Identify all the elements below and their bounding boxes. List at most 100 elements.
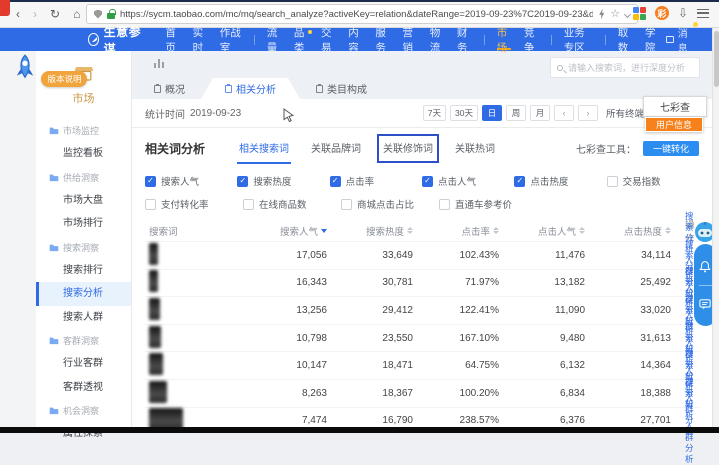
search-input[interactable] — [568, 63, 693, 73]
metric-checkbox-点击人气[interactable]: ✓点击人气 — [422, 174, 514, 188]
prev-date-button[interactable]: ‹ — [554, 105, 574, 121]
metric-checkbox-搜索热度[interactable]: ✓搜索热度 — [237, 174, 329, 188]
period-unit-周[interactable]: 周 — [506, 105, 526, 121]
row-actions[interactable]: 搜索分析人群分析 — [685, 377, 699, 465]
version-notes-overlay[interactable]: 版本说明 — [13, 54, 87, 87]
period-unit-月[interactable]: 月 — [530, 105, 550, 121]
sidebar-item-搜索人群[interactable]: 搜索人群 — [36, 306, 131, 330]
metric-checkbox-商城点击占比[interactable]: 商城点击占比 — [341, 197, 439, 211]
chat-icon[interactable] — [699, 299, 711, 310]
metric-checkbox-搜索人气[interactable]: ✓搜索人气 — [145, 174, 237, 188]
checkbox-icon[interactable] — [145, 199, 156, 210]
sidebar-group-供给洞察[interactable]: 供给洞察 — [36, 166, 131, 189]
sidebar-item-市场大盘[interactable]: 市场大盘 — [36, 189, 131, 213]
metric-checkbox-交易指数[interactable]: 交易指数 — [607, 174, 699, 188]
sidebar-item-客群透视[interactable]: 客群透视 — [36, 376, 131, 400]
nav-item-内容[interactable]: 内容 — [348, 28, 362, 51]
sidebar-item-市场排行[interactable]: 市场排行 — [36, 212, 131, 236]
nav-item-市场[interactable]: 市场 — [497, 28, 511, 51]
bell-icon[interactable] — [699, 260, 711, 273]
sidebar-group-客群洞察[interactable]: 客群洞察 — [36, 329, 131, 352]
period-quick-7天[interactable]: 7天 — [423, 105, 446, 121]
favorite-icon[interactable]: ☆ — [610, 9, 620, 20]
sidebar-group-搜索洞察[interactable]: 搜索洞察 — [36, 236, 131, 259]
sidebar-item-行业客群[interactable]: 行业客群 — [36, 352, 131, 376]
column-header-点击热度[interactable]: 点击热度 — [585, 224, 671, 238]
nav-item-学院[interactable]: 学院 — [645, 28, 659, 51]
column-header-搜索人气[interactable]: 搜索人气 — [241, 224, 327, 238]
menu-icon[interactable] — [697, 9, 709, 18]
checkbox-icon[interactable] — [607, 176, 618, 187]
period-unit-日[interactable]: 日 — [482, 105, 502, 121]
home-button[interactable]: ⌂ — [73, 7, 80, 21]
checkbox-icon[interactable]: ✓ — [145, 176, 156, 187]
user-info-button[interactable]: 用户信息 — [645, 117, 703, 132]
word-tab-相关搜索词[interactable]: 相关搜索词 — [239, 140, 289, 157]
tab-类目构成[interactable]: 类目构成 — [300, 78, 383, 99]
keyword-search-box[interactable] — [550, 57, 700, 78]
sidebar-item-搜索排行[interactable]: 搜索排行 — [36, 259, 131, 283]
sidebar-group-市场监控[interactable]: 市场监控 — [36, 119, 131, 142]
word-tab-关联修饰词[interactable]: 关联修饰词 — [383, 140, 433, 157]
nav-item-服务[interactable]: 服务 — [375, 28, 389, 51]
checkbox-icon[interactable]: ✓ — [330, 176, 341, 187]
folder-icon — [49, 336, 59, 345]
sidebar-item-搜索分析[interactable]: 搜索分析 — [36, 282, 131, 306]
action-link-搜索分析[interactable]: 搜索分析 — [685, 377, 699, 421]
column-header-搜索热度[interactable]: 搜索热度 — [327, 224, 413, 238]
page-scrollbar[interactable] — [712, 28, 719, 427]
lightning-icon[interactable] — [598, 9, 605, 20]
metric-checkbox-点击热度[interactable]: ✓点击热度 — [514, 174, 606, 188]
download-icon[interactable]: ⇩ — [678, 7, 688, 19]
version-tag[interactable]: 版本说明 — [41, 71, 87, 87]
one-click-convert-button[interactable]: 一键转化 — [643, 141, 699, 156]
sidebar-group-机会洞察[interactable]: 机会洞察 — [36, 399, 131, 422]
nav-item-物流[interactable]: 物流 — [430, 28, 444, 51]
tab-概况[interactable]: 概况 — [138, 78, 201, 99]
word-tab-关联品牌词[interactable]: 关联品牌词 — [311, 140, 361, 157]
scrollbar-thumb[interactable] — [714, 31, 719, 87]
nav-item-首页[interactable]: 首页 — [165, 28, 179, 51]
messages-button[interactable]: 消息 — [666, 25, 693, 55]
tab-相关分析[interactable]: 相关分析 — [201, 78, 300, 99]
nav-item-营销[interactable]: 营销 — [403, 28, 417, 51]
checkbox-icon[interactable]: ✓ — [514, 176, 525, 187]
sidebar-item-属性探索[interactable]: 属性探索 — [36, 422, 131, 446]
value-cell-0: 13,256 — [241, 305, 327, 316]
nav-item-取数[interactable]: 取数 — [618, 28, 632, 51]
column-header-点击人气[interactable]: 点击人气 — [499, 224, 585, 238]
chevron-down-icon[interactable] — [624, 11, 631, 18]
checkbox-icon[interactable] — [341, 199, 352, 210]
metric-checkbox-在线商品数[interactable]: 在线商品数 — [243, 197, 341, 211]
qicaicha-overlay[interactable]: 七彩查 — [643, 96, 707, 117]
nav-item-品类[interactable]: 品类 — [294, 28, 308, 51]
address-bar[interactable]: https://sycm.taobao.com/mc/mq/search_ana… — [86, 4, 638, 24]
word-tab-关联热词[interactable]: 关联热词 — [455, 140, 495, 157]
nav-item-实时[interactable]: 实时 — [193, 28, 207, 51]
nav-item-流量[interactable]: 流量 — [267, 28, 281, 51]
metric-checkbox-支付转化率[interactable]: 支付转化率 — [145, 197, 243, 211]
sidebar-item-监控看板[interactable]: 监控看板 — [36, 142, 131, 166]
nav-item-财务[interactable]: 财务 — [457, 28, 471, 51]
checkbox-icon[interactable] — [439, 199, 450, 210]
url-text[interactable]: https://sycm.taobao.com/mc/mq/search_ana… — [120, 9, 593, 20]
metric-checkbox-直通车参考价[interactable]: 直通车参考价 — [439, 197, 537, 211]
metric-checkbox-点击率[interactable]: ✓点击率 — [330, 174, 422, 188]
checkbox-icon[interactable]: ✓ — [237, 176, 248, 187]
checkbox-icon[interactable]: ✓ — [422, 176, 433, 187]
stats-date[interactable]: 2019-09-23 — [190, 108, 241, 119]
next-date-button[interactable]: › — [578, 105, 598, 121]
column-header-点击率[interactable]: 点击率 — [413, 224, 499, 238]
nav-item-交易[interactable]: 交易 — [321, 28, 335, 51]
nav-item-竞争[interactable]: 竞争 — [524, 28, 538, 51]
nav-item-作战室[interactable]: 作战室 — [220, 28, 241, 51]
reload-button[interactable]: ↻ — [50, 7, 60, 21]
period-quick-30天[interactable]: 30天 — [450, 105, 478, 121]
brand[interactable]: 生意参谋 — [88, 23, 143, 57]
forward-button[interactable]: › — [33, 7, 37, 21]
nav-item-业务专区[interactable]: 业务专区 — [564, 28, 592, 51]
extension-badge-icon[interactable]: 彩 — [655, 6, 669, 20]
extensions-grid-icon[interactable] — [633, 7, 646, 20]
checkbox-icon[interactable] — [243, 199, 254, 210]
back-button[interactable]: ‹ — [16, 7, 20, 21]
